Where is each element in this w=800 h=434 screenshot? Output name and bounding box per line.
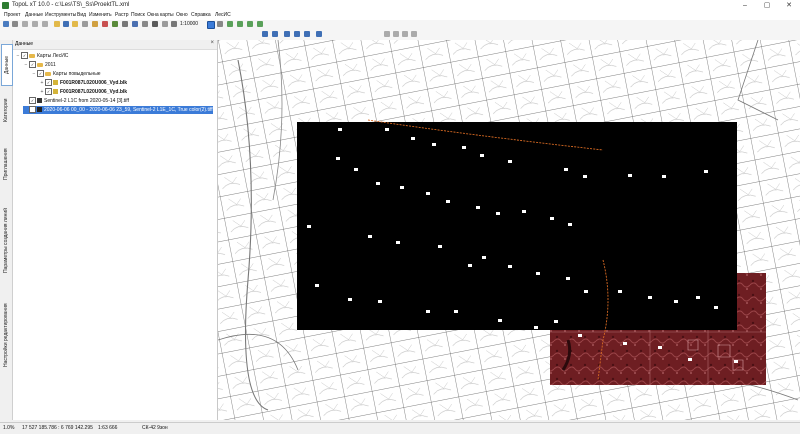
menu-help[interactable]: Справка (191, 12, 211, 18)
checkbox[interactable]: ✓ (45, 79, 52, 87)
status-scale: 1:63 666 (98, 425, 118, 431)
save-icon[interactable] (132, 21, 138, 27)
menu-lesis[interactable]: ЛесИС (215, 12, 231, 18)
tree-item-vyd-block-2[interactable]: + ✓ F001R087L020U006_Vyd.blk (39, 88, 127, 96)
tool-1-icon[interactable] (384, 31, 390, 37)
vector-layer-icon (53, 80, 58, 86)
delete-icon[interactable] (102, 21, 108, 27)
main-toolbar: 1:10000 (0, 20, 800, 30)
menu-window[interactable]: Окно (176, 12, 188, 18)
data-panel: Данные × − ✓ Карты ЛесИС − ✓ 2011 − ✓ Карты по… (13, 40, 218, 420)
measure-icon[interactable] (92, 21, 98, 27)
tree-item-sentinel-2020-05-14[interactable]: ✓ Sentinel-2 L1C from 2020-05-14 [3].tiff (23, 97, 129, 105)
side-tabs: Данные Категории Приглашения Параметры с… (0, 40, 13, 420)
vector-layer-icon (53, 89, 58, 95)
arrange-icon[interactable] (284, 31, 290, 37)
scale-icon (171, 21, 177, 27)
redo-icon[interactable] (12, 21, 18, 27)
refresh-icon[interactable] (112, 21, 118, 27)
tree-item-vyd-block-1[interactable]: + ✓ F001R087L020U006_Vyd.blk (39, 79, 127, 87)
undo-icon[interactable] (3, 21, 9, 27)
export-icon[interactable] (142, 21, 148, 27)
zoom-in-icon[interactable] (227, 21, 233, 27)
map-canvas[interactable] (218, 40, 800, 420)
maximize-button[interactable]: ▢ (756, 0, 778, 11)
attribute-icon[interactable] (82, 21, 88, 27)
tool-2-icon[interactable] (393, 31, 399, 37)
minimize-button[interactable]: – (734, 0, 756, 11)
tab-data[interactable]: Данные (1, 44, 13, 86)
raster-layer-icon (37, 98, 42, 104)
panel-header: Данные × (13, 40, 217, 50)
zoom-icon[interactable] (247, 21, 253, 27)
folder-icon (29, 53, 35, 58)
checkbox[interactable]: ✓ (37, 70, 44, 78)
tree-item-lesis-maps[interactable]: − ✓ Карты ЛесИС (15, 52, 68, 60)
folder-icon (45, 71, 51, 76)
open-icon[interactable] (72, 21, 78, 27)
scale-input[interactable]: 1:10000 (180, 21, 198, 27)
tool-4-icon[interactable] (411, 31, 417, 37)
pointer-icon[interactable] (207, 21, 215, 29)
zoom-out-icon[interactable] (257, 21, 263, 27)
status-zoom: 1.0% (3, 425, 15, 431)
paste-icon[interactable] (42, 21, 48, 27)
align-center-icon[interactable] (272, 31, 278, 37)
select-icon[interactable] (63, 21, 69, 27)
grid-icon[interactable] (217, 21, 223, 27)
tab-categories[interactable]: Категории (1, 88, 11, 133)
tree-item-stand-maps[interactable]: − ✓ Карты повыдельные (31, 70, 101, 78)
checkbox[interactable]: ✓ (29, 106, 36, 114)
title-bar: TopoL xT 10.0 - c:\Les\TS\_Ss\ProektTL.x… (0, 0, 800, 11)
panel-title: Данные (15, 41, 34, 47)
app-icon (2, 2, 9, 9)
eye-icon[interactable] (152, 21, 158, 27)
tree-item-2011[interactable]: − ✓ 2011 (23, 61, 56, 69)
menu-raster[interactable]: Растр (115, 12, 129, 18)
cut-icon[interactable] (22, 21, 28, 27)
menu-data[interactable]: Данные (25, 12, 43, 18)
window-layout-icon[interactable] (316, 31, 322, 37)
tool-3-icon[interactable] (402, 31, 408, 37)
close-button[interactable]: ✕ (778, 0, 800, 11)
window-title: TopoL xT 10.0 - c:\Les\TS\_Ss\ProektTL.x… (12, 2, 130, 8)
checkbox[interactable]: ✓ (45, 88, 52, 96)
raster-layer-icon (37, 107, 42, 113)
zoom-extent-icon[interactable] (237, 21, 243, 27)
folder-icon (37, 62, 43, 67)
tab-line-creation-params[interactable]: Параметры создания линий (1, 196, 11, 286)
arrange-3-icon[interactable] (304, 31, 310, 37)
tab-edit-settings[interactable]: Настройки редактирования (1, 290, 11, 380)
align-left-icon[interactable] (262, 31, 268, 37)
menu-tools[interactable]: Инструменты (45, 12, 76, 18)
checkbox[interactable]: ✓ (29, 97, 36, 105)
checkbox[interactable]: ✓ (21, 52, 28, 60)
menu-map-windows[interactable]: Окна карты (147, 12, 174, 18)
copy-icon[interactable] (32, 21, 38, 27)
menu-project[interactable]: Проект (4, 12, 20, 18)
arrange-2-icon[interactable] (294, 31, 300, 37)
status-crs: СК-42 9зон (142, 425, 168, 431)
menu-view[interactable]: Вид (77, 12, 86, 18)
menu-edit[interactable]: Изменить (89, 12, 112, 18)
map-drawing[interactable] (218, 40, 800, 420)
checkbox[interactable]: ✓ (29, 61, 36, 69)
print-icon[interactable] (122, 21, 128, 27)
layers-icon[interactable] (162, 21, 168, 27)
menu-search[interactable]: Поиск (131, 12, 145, 18)
status-coordinates: 17 527 185.786 : 6 769 142.295 (22, 425, 93, 431)
tab-invitations[interactable]: Приглашения (1, 137, 11, 192)
status-bar: 1.0% 17 527 185.786 : 6 769 142.295 1:63… (0, 422, 800, 434)
panel-close-icon[interactable]: × (210, 40, 214, 46)
hand-icon[interactable] (54, 21, 60, 27)
tree-item-sentinel-2020-06-06[interactable]: ✓ 2020-06-06 00_00 - 2020-06-06 23_59, Se… (23, 106, 213, 114)
